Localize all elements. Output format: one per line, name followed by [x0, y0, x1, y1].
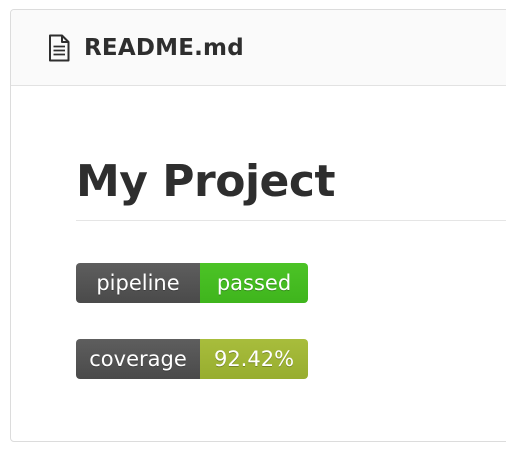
coverage-badge[interactable]: coverage 92.42% [76, 339, 308, 379]
pipeline-badge-label: pipeline [76, 263, 200, 303]
heading-divider [76, 220, 506, 221]
page-title: My Project [76, 156, 336, 207]
file-text-icon [48, 34, 70, 62]
pipeline-badge-value: passed [200, 263, 308, 303]
coverage-badge-value: 92.42% [200, 339, 308, 379]
pipeline-badge[interactable]: pipeline passed [76, 263, 308, 303]
readme-content: My Project [11, 86, 506, 221]
file-header: README.md [11, 10, 506, 86]
readme-file-card: README.md My Project pipeline passed cov… [10, 9, 506, 442]
file-name[interactable]: README.md [84, 35, 244, 61]
coverage-badge-label: coverage [76, 339, 200, 379]
